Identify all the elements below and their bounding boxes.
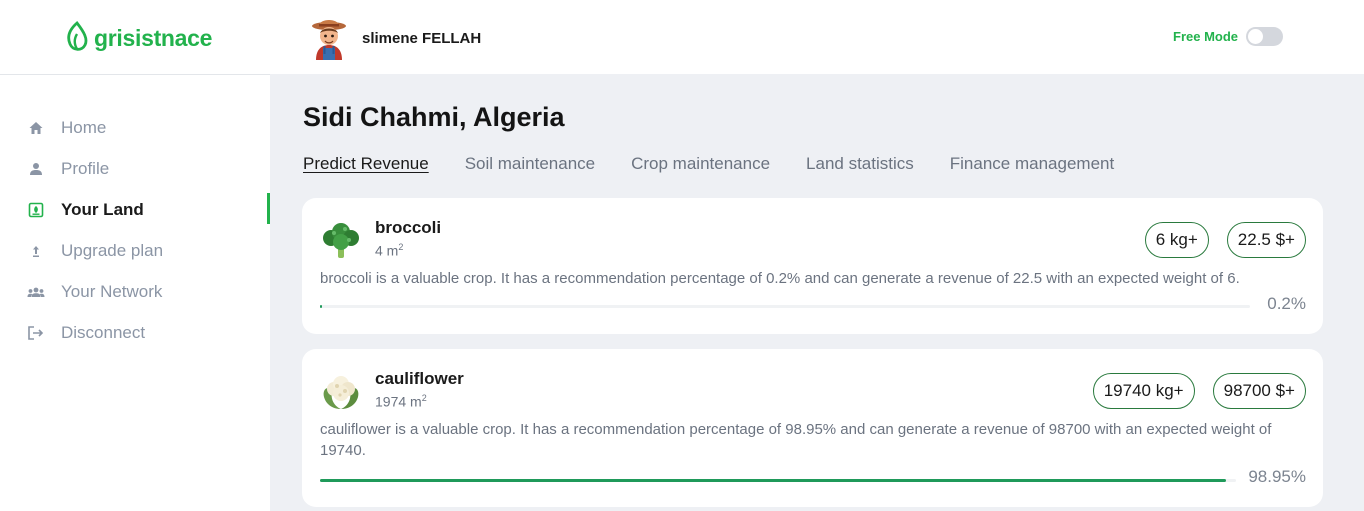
sidebar-item-label: Home bbox=[61, 117, 107, 137]
sidebar-item-your-land[interactable]: Your Land bbox=[0, 189, 270, 230]
tab-bar: Predict Revenue Soil maintenance Crop ma… bbox=[303, 154, 1114, 174]
crop-name: cauliflower bbox=[375, 369, 464, 388]
free-mode-label: Free Mode bbox=[1173, 29, 1239, 44]
crop-description: cauliflower is a valuable crop. It has a… bbox=[320, 421, 1272, 459]
recommendation-progress-track bbox=[320, 305, 1250, 308]
sidebar-item-label: Disconnect bbox=[61, 322, 146, 342]
logout-icon bbox=[26, 323, 46, 343]
farmer-avatar-icon bbox=[312, 20, 346, 60]
free-mode-toggle[interactable] bbox=[1246, 27, 1284, 46]
crop-card: broccoli 4 m2 6 kg+ 22.5 $+ broccoli is … bbox=[302, 198, 1323, 334]
home-icon bbox=[26, 118, 46, 138]
cauliflower-icon bbox=[323, 376, 359, 409]
sidebar-item-label: Your Network bbox=[61, 281, 163, 301]
sidebar-item-your-network[interactable]: Your Network bbox=[0, 271, 270, 312]
crop-area: 1974 m2 bbox=[375, 393, 427, 410]
leaf-logo-icon bbox=[67, 20, 88, 51]
crop-name: broccoli bbox=[375, 218, 442, 237]
sidebar-item-disconnect[interactable]: Disconnect bbox=[0, 312, 270, 353]
group-icon bbox=[26, 282, 46, 302]
sidebar-item-label: Your Land bbox=[61, 199, 144, 219]
free-mode: Free Mode bbox=[1173, 27, 1284, 46]
brand-name: grisistnace bbox=[94, 24, 213, 51]
main-content: Sidi Chahmi, Algeria Predict Revenue Soi… bbox=[270, 74, 1364, 511]
crop-area-unit-exponent: 2 bbox=[421, 393, 427, 403]
recommendation-progress-fill bbox=[320, 479, 1227, 482]
crop-area: 4 m2 bbox=[375, 242, 403, 259]
recommendation-percentage: 98.95% bbox=[1248, 467, 1306, 486]
sidebar-item-home[interactable]: Home bbox=[0, 107, 270, 148]
upload-arrow-icon bbox=[26, 241, 46, 261]
tab-land-statistics[interactable]: Land statistics bbox=[806, 154, 914, 174]
revenue-badge: 22.5 $+ bbox=[1226, 222, 1306, 258]
crop-area-value: 4 m bbox=[375, 242, 399, 259]
page-title: Sidi Chahmi, Algeria bbox=[303, 102, 565, 132]
crop-stats: 6 kg+ 22.5 $+ bbox=[1144, 222, 1306, 258]
crop-stats: 19740 kg+ 98700 $+ bbox=[1092, 373, 1306, 409]
sidebar: Home Profile Your Land Upgrade plan Your… bbox=[0, 74, 270, 511]
weight-badge: 19740 kg+ bbox=[1092, 373, 1195, 409]
broccoli-icon bbox=[323, 223, 359, 258]
recommendation-percentage: 0.2% bbox=[1267, 294, 1306, 313]
sidebar-item-upgrade-plan[interactable]: Upgrade plan bbox=[0, 230, 270, 271]
tab-soil-maintenance[interactable]: Soil maintenance bbox=[465, 154, 595, 174]
crop-area-unit-exponent: 2 bbox=[398, 242, 404, 252]
top-bar: grisistnace slimene FELLAH Free Mode bbox=[0, 0, 1364, 74]
crop-description: broccoli is a valuable crop. It has a re… bbox=[320, 270, 1240, 287]
brand-logo[interactable]: grisistnace bbox=[64, 20, 212, 56]
sidebar-item-label: Profile bbox=[61, 158, 110, 178]
user-icon bbox=[26, 159, 46, 179]
tab-finance-management[interactable]: Finance management bbox=[950, 154, 1114, 174]
weight-badge: 6 kg+ bbox=[1144, 222, 1209, 258]
user-name: slimene FELLAH bbox=[362, 29, 482, 47]
sidebar-item-label: Upgrade plan bbox=[61, 240, 164, 260]
crop-card: cauliflower 1974 m2 19740 kg+ 98700 $+ c… bbox=[302, 349, 1323, 507]
land-icon bbox=[26, 200, 46, 220]
user-profile[interactable]: slimene FELLAH bbox=[310, 16, 481, 60]
recommendation-progress-track bbox=[320, 479, 1236, 482]
revenue-badge: 98700 $+ bbox=[1212, 373, 1306, 409]
recommendation-progress-fill bbox=[320, 305, 323, 308]
tab-predict-revenue[interactable]: Predict Revenue bbox=[303, 154, 429, 174]
tab-crop-maintenance[interactable]: Crop maintenance bbox=[631, 154, 770, 174]
sidebar-item-profile[interactable]: Profile bbox=[0, 148, 270, 189]
sidebar-nav: Home Profile Your Land Upgrade plan Your… bbox=[0, 107, 270, 353]
toggle-knob bbox=[1248, 29, 1264, 44]
crop-area-value: 1974 m bbox=[375, 393, 422, 410]
